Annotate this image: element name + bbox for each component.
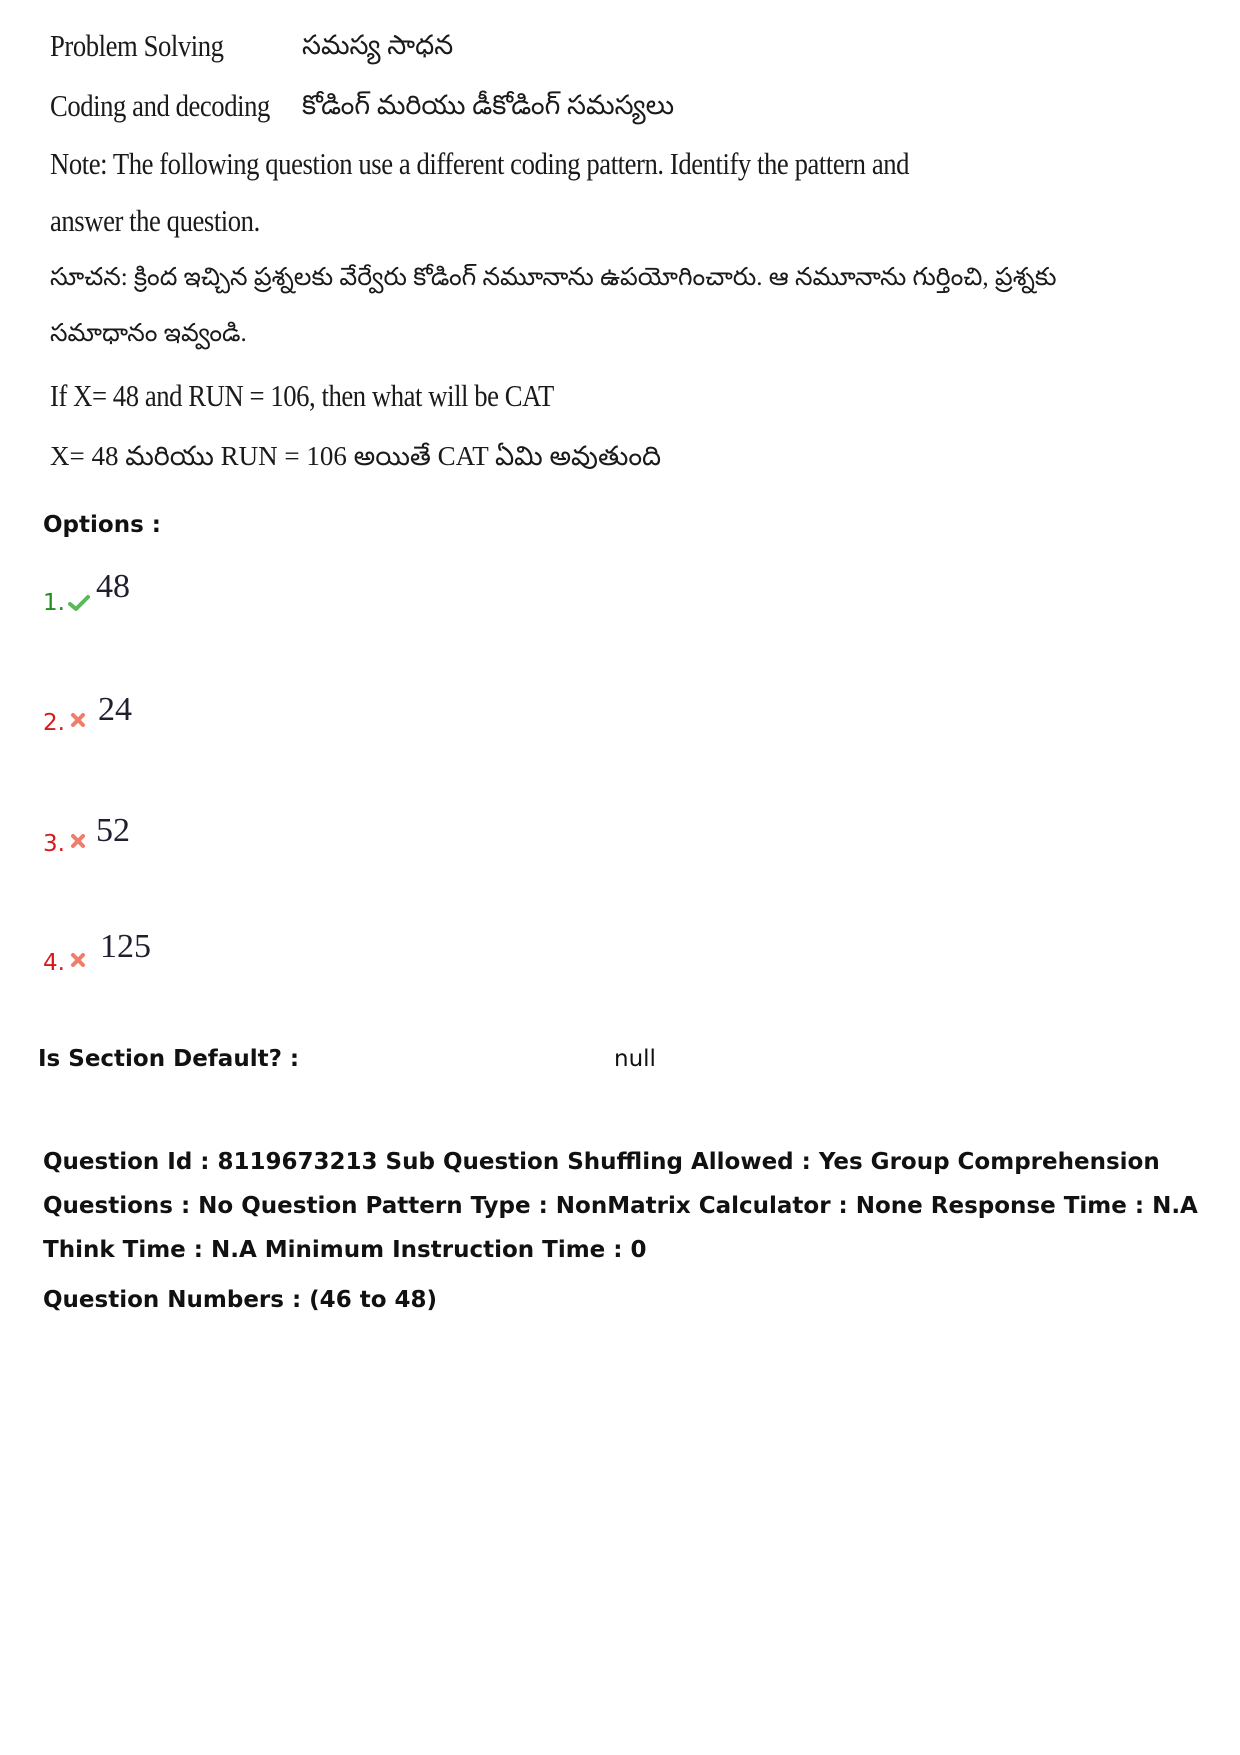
option-value: 24 <box>98 691 132 728</box>
question-numbers: Question Numbers : (46 to 48) <box>43 1287 438 1313</box>
meta-line-1: Question Id : 8119673213 Sub Question Sh… <box>43 1149 1160 1175</box>
note-te-line2: సమాధానం ఇవ్వండి. <box>50 320 247 347</box>
option-number: 3. <box>43 831 65 857</box>
option-value: 48 <box>96 568 130 605</box>
check-icon <box>68 594 90 617</box>
meta-line-2: Questions : No Question Pattern Type : N… <box>43 1193 1198 1219</box>
option-number: 4. <box>43 950 65 976</box>
note-te-line1: సూచన: క్రింద ఇచ్చిన ప్రశ్నలకు వేర్వేరు క… <box>50 264 1057 291</box>
cross-icon <box>70 952 86 973</box>
option-value: 52 <box>96 812 130 849</box>
option-number: 2. <box>43 710 65 736</box>
section-name-en: Problem Solving <box>50 28 224 63</box>
topic-name-en: Coding and decoding <box>50 88 270 123</box>
cross-icon <box>70 712 86 733</box>
section-default-value: null <box>614 1046 656 1072</box>
note-en-line2: answer the question. <box>50 203 260 238</box>
question-stem-en: If X= 48 and RUN = 106, then what will b… <box>50 378 554 413</box>
meta-line-3: Think Time : N.A Minimum Instruction Tim… <box>43 1237 647 1263</box>
cross-icon <box>70 833 86 854</box>
section-default-label: Is Section Default? : <box>38 1046 300 1072</box>
topic-name-te: కోడింగ్ మరియు డీకోడింగ్ సమస్యలు <box>302 90 675 120</box>
option-value: 125 <box>100 928 151 965</box>
options-label: Options : <box>43 512 161 538</box>
question-stem-te: X= 48 మరియు RUN = 106 అయితే CAT ఏమి అవుత… <box>50 441 662 471</box>
option-number: 1. <box>43 590 65 616</box>
section-name-te: సమస్య సాధన <box>302 30 454 60</box>
note-en-line1: Note: The following question use a diffe… <box>50 146 910 181</box>
